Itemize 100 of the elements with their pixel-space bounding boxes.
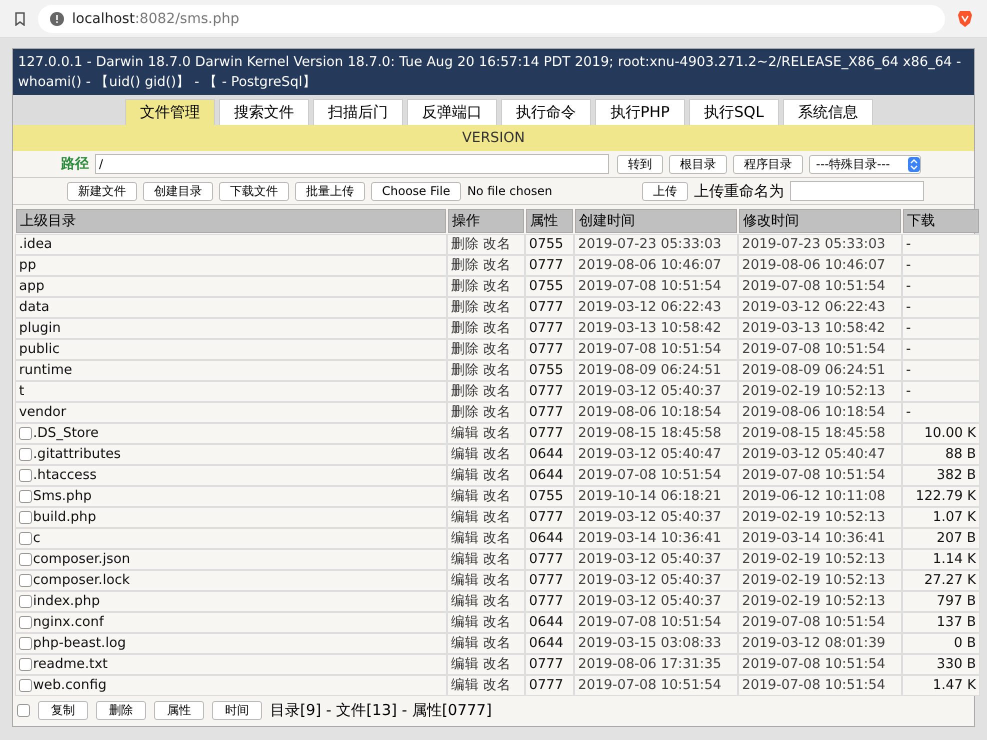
tab[interactable]: 执行命令	[501, 99, 591, 125]
action-link[interactable]: 改名	[483, 361, 511, 380]
file-name[interactable]: composer.json	[33, 550, 130, 569]
batch-button[interactable]: 复制	[38, 701, 88, 720]
action-link[interactable]: 改名	[483, 655, 511, 674]
file-name[interactable]: index.php	[33, 592, 100, 611]
action-button[interactable]: 创建目录	[143, 182, 213, 200]
action-link[interactable]: 改名	[483, 277, 511, 296]
action-link[interactable]: 删除	[451, 340, 479, 359]
action-link[interactable]: 改名	[483, 403, 511, 422]
folder-name[interactable]: t	[19, 382, 24, 401]
upload-button[interactable]: 上传	[642, 182, 688, 200]
action-link[interactable]: 改名	[483, 550, 511, 569]
tab[interactable]: 反弹端口	[407, 99, 497, 125]
checkbox[interactable]	[19, 427, 32, 440]
nav-button[interactable]: 根目录	[669, 154, 727, 174]
action-link[interactable]: 删除	[451, 256, 479, 275]
batch-button[interactable]: 属性	[154, 701, 204, 720]
file-name[interactable]: .gitattributes	[33, 445, 121, 464]
special-dir-select[interactable]: ---特殊目录---	[809, 154, 921, 174]
action-link[interactable]: 编辑	[451, 634, 479, 653]
action-link[interactable]: 改名	[483, 445, 511, 464]
action-link[interactable]: 删除	[451, 319, 479, 338]
checkbox[interactable]	[19, 511, 32, 524]
file-name[interactable]: Sms.php	[33, 487, 92, 506]
action-link[interactable]: 删除	[451, 382, 479, 401]
action-link[interactable]: 改名	[483, 319, 511, 338]
action-link[interactable]: 删除	[451, 235, 479, 254]
folder-name[interactable]: pp	[19, 256, 36, 275]
tab[interactable]: 文件管理	[125, 99, 215, 125]
action-link[interactable]: 改名	[483, 382, 511, 401]
bookmark-icon[interactable]	[14, 12, 26, 26]
folder-name[interactable]: app	[19, 277, 44, 296]
checkbox[interactable]	[19, 448, 32, 461]
action-button[interactable]: 批量上传	[295, 182, 365, 200]
action-link[interactable]: 改名	[483, 634, 511, 653]
rename-field[interactable]	[790, 181, 924, 201]
action-link[interactable]: 改名	[483, 487, 511, 506]
checkbox[interactable]	[19, 490, 32, 503]
folder-name[interactable]: .idea	[19, 235, 52, 254]
file-name[interactable]: .htaccess	[33, 466, 97, 485]
checkbox[interactable]	[19, 637, 32, 650]
nav-button[interactable]: 程序目录	[733, 154, 803, 174]
action-link[interactable]: 删除	[451, 403, 479, 422]
action-link[interactable]: 改名	[483, 235, 511, 254]
folder-name[interactable]: vendor	[19, 403, 66, 422]
action-link[interactable]: 编辑	[451, 613, 479, 632]
nav-button[interactable]: 转到	[617, 154, 663, 174]
checkbox[interactable]	[19, 595, 32, 608]
action-link[interactable]: 改名	[483, 256, 511, 275]
checkbox[interactable]	[19, 553, 32, 566]
checkbox[interactable]	[19, 616, 32, 629]
action-link[interactable]: 改名	[483, 676, 511, 695]
file-name[interactable]: web.config	[33, 676, 107, 695]
checkbox[interactable]	[19, 658, 32, 671]
action-link[interactable]: 改名	[483, 613, 511, 632]
action-link[interactable]: 编辑	[451, 592, 479, 611]
file-name[interactable]: c	[33, 529, 40, 548]
action-link[interactable]: 删除	[451, 298, 479, 317]
action-link[interactable]: 改名	[483, 298, 511, 317]
action-button[interactable]: 新建文件	[67, 182, 137, 200]
action-link[interactable]: 编辑	[451, 466, 479, 485]
choose-file-button[interactable]: Choose File	[371, 182, 462, 200]
folder-name[interactable]: public	[19, 340, 60, 359]
file-name[interactable]: nginx.conf	[33, 613, 104, 632]
action-link[interactable]: 删除	[451, 277, 479, 296]
folder-name[interactable]: plugin	[19, 319, 61, 338]
file-name[interactable]: php-beast.log	[33, 634, 126, 653]
file-name[interactable]: .DS_Store	[33, 424, 99, 443]
file-name[interactable]: composer.lock	[33, 571, 130, 590]
tab[interactable]: 系统信息	[783, 99, 873, 125]
action-button[interactable]: 下载文件	[219, 182, 289, 200]
action-link[interactable]: 编辑	[451, 424, 479, 443]
action-link[interactable]: 编辑	[451, 529, 479, 548]
checkbox[interactable]	[19, 679, 32, 692]
checkbox[interactable]	[19, 574, 32, 587]
action-link[interactable]: 改名	[483, 340, 511, 359]
tab[interactable]: 执行PHP	[595, 99, 685, 125]
column-header[interactable]: 上级目录	[16, 209, 446, 233]
action-link[interactable]: 编辑	[451, 508, 479, 527]
action-link[interactable]: 编辑	[451, 571, 479, 590]
action-link[interactable]: 编辑	[451, 445, 479, 464]
action-link[interactable]: 改名	[483, 571, 511, 590]
action-link[interactable]: 改名	[483, 466, 511, 485]
batch-button[interactable]: 删除	[96, 701, 146, 720]
action-link[interactable]: 改名	[483, 529, 511, 548]
checkbox[interactable]	[19, 532, 32, 545]
tab[interactable]: 搜索文件	[219, 99, 309, 125]
path-field[interactable]: /	[95, 154, 609, 174]
batch-button[interactable]: 时间	[212, 701, 262, 720]
action-link[interactable]: 删除	[451, 361, 479, 380]
folder-name[interactable]: data	[19, 298, 50, 317]
action-link[interactable]: 编辑	[451, 487, 479, 506]
file-name[interactable]: readme.txt	[33, 655, 108, 674]
action-link[interactable]: 改名	[483, 592, 511, 611]
address-bar[interactable]: localhost:8082/sms.php	[38, 4, 945, 32]
action-link[interactable]: 改名	[483, 508, 511, 527]
action-link[interactable]: 编辑	[451, 655, 479, 674]
tab[interactable]: 扫描后门	[313, 99, 403, 125]
tab[interactable]: 执行SQL	[689, 99, 779, 125]
